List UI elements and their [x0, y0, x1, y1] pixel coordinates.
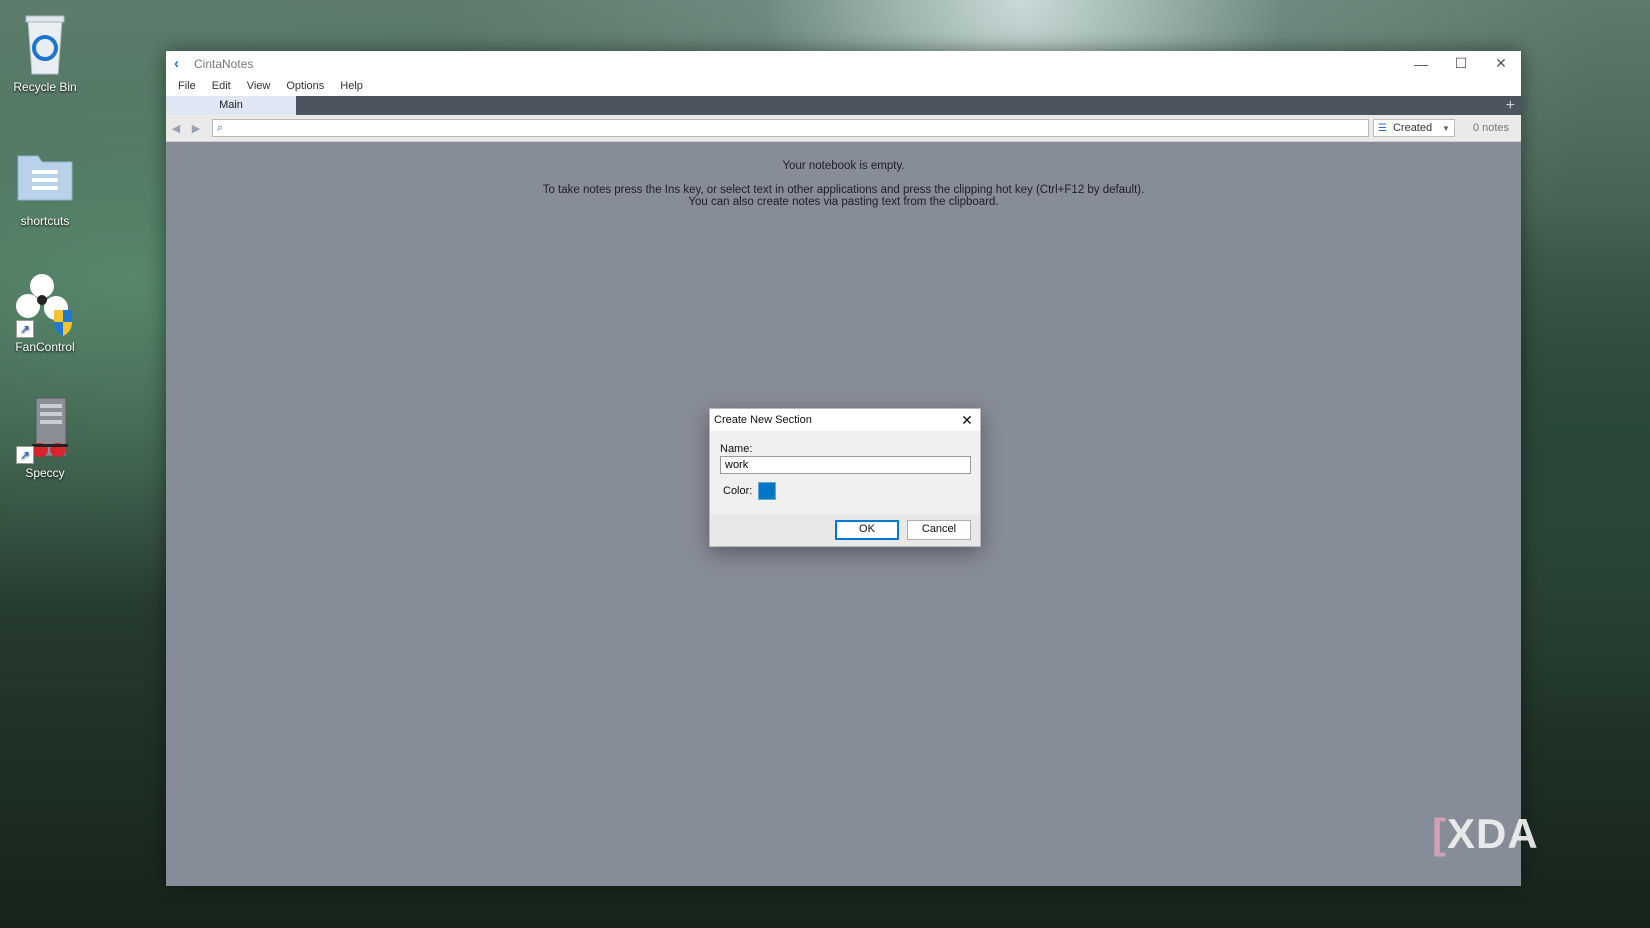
shortcut-arrow-icon: ↗: [16, 320, 34, 338]
chevron-down-icon: ▼: [1442, 123, 1450, 133]
note-count: 0 notes: [1472, 122, 1510, 134]
recycle-bin-icon: [14, 8, 76, 78]
desktop-icon-fancontrol[interactable]: ↗ FanControl: [0, 268, 90, 354]
search-input[interactable]: ⌕: [212, 119, 1369, 137]
hint-line-2: You can also create notes via pasting te…: [688, 196, 999, 208]
search-icon[interactable]: ⌕: [217, 122, 223, 135]
desktop-icon-label: Speccy: [25, 466, 65, 480]
add-section-button[interactable]: +: [1506, 96, 1515, 115]
desktop-icon-label: Recycle Bin: [13, 80, 77, 94]
desktop-icon-recycle-bin[interactable]: Recycle Bin: [0, 8, 90, 94]
desktop-icon-label: shortcuts: [20, 214, 70, 228]
color-label: Color:: [723, 485, 753, 497]
window-title: CintaNotes: [194, 56, 254, 71]
speccy-icon: ↗: [14, 394, 76, 464]
minimize-button[interactable]: —: [1401, 56, 1441, 72]
xda-logo-icon: [: [1432, 810, 1447, 857]
sort-label: Created: [1392, 122, 1433, 134]
toolbar: ◀ ▶ ⌕ ☰ Created ▼ 0 notes: [166, 115, 1521, 142]
menu-edit[interactable]: Edit: [204, 80, 239, 92]
dialog-body: Name: Color:: [710, 431, 980, 500]
desktop-icon-shortcuts[interactable]: shortcuts: [0, 142, 90, 228]
forward-button[interactable]: ▶: [186, 122, 206, 135]
dialog-close-button[interactable]: ✕: [954, 412, 980, 429]
dialog-title-bar[interactable]: Create New Section ✕: [710, 409, 980, 431]
menu-view[interactable]: View: [239, 80, 279, 92]
fan-icon: ↗: [14, 268, 76, 338]
section-tab-bar: Main +: [166, 96, 1521, 115]
create-section-dialog: Create New Section ✕ Name: Color: OK Can…: [709, 408, 981, 547]
desktop-icon-label: FanControl: [15, 340, 75, 354]
name-label: Name:: [720, 443, 753, 455]
cancel-button[interactable]: Cancel: [907, 520, 971, 540]
sort-dropdown[interactable]: ☰ Created ▼: [1373, 119, 1455, 137]
tab-main[interactable]: Main: [166, 96, 296, 115]
folder-icon: [14, 142, 76, 212]
color-row: Color:: [720, 482, 971, 500]
section-name-input[interactable]: [720, 456, 971, 474]
empty-notebook-message: Your notebook is empty.: [782, 160, 905, 172]
desktop-icon-speccy[interactable]: ↗ Speccy: [0, 394, 90, 480]
cintanotes-logo-icon: ‹: [174, 55, 179, 72]
shortcut-arrow-icon: ↗: [16, 446, 34, 464]
maximize-button[interactable]: ☐: [1441, 55, 1481, 72]
menu-help[interactable]: Help: [332, 80, 371, 92]
hint-text: To take notes press the Ins key, or sele…: [166, 184, 1521, 208]
hint-line-1: To take notes press the Ins key, or sele…: [542, 184, 1145, 196]
menu-options[interactable]: Options: [278, 80, 332, 92]
title-bar[interactable]: ‹ CintaNotes — ☐ ✕: [166, 51, 1521, 76]
back-button[interactable]: ◀: [166, 122, 186, 135]
xda-watermark: [XDA: [1432, 810, 1539, 858]
sort-icon: ☰: [1378, 122, 1387, 134]
menu-file[interactable]: File: [170, 80, 204, 92]
ok-button[interactable]: OK: [835, 520, 899, 540]
dialog-title: Create New Section: [714, 414, 812, 426]
menu-bar: File Edit View Options Help: [166, 76, 1521, 96]
close-button[interactable]: ✕: [1481, 55, 1521, 72]
color-swatch-button[interactable]: [758, 482, 777, 500]
dialog-footer: OK Cancel: [710, 514, 980, 546]
xda-text: XDA: [1447, 810, 1539, 857]
